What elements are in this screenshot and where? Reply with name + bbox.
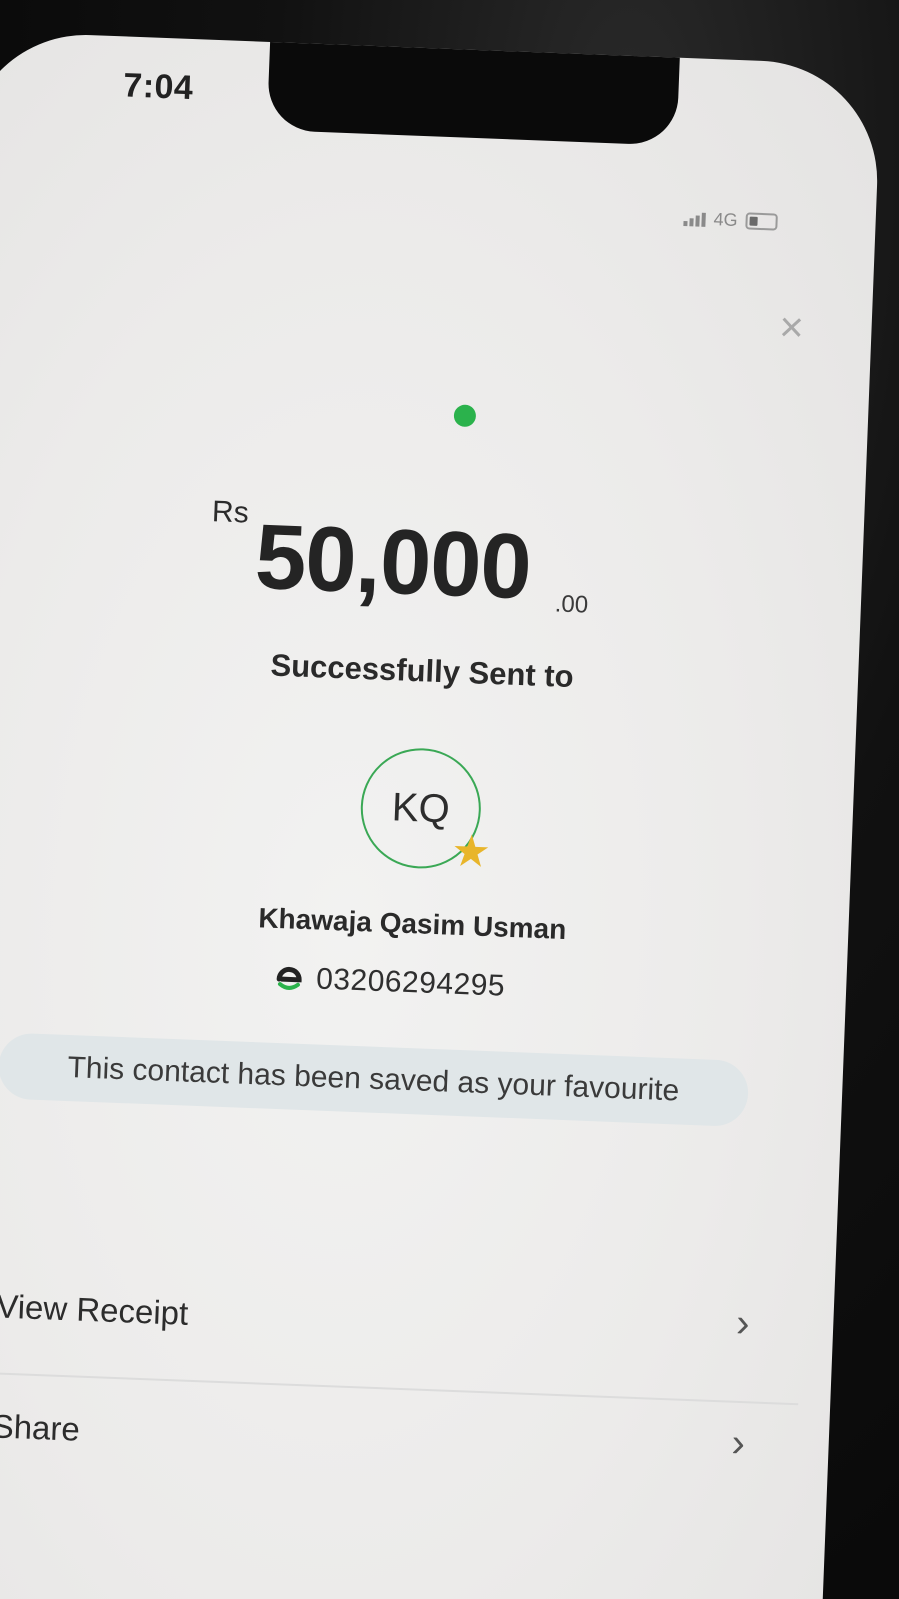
currency-label: Rs [211,495,250,530]
status-time: 7:04 [122,66,195,108]
recipient-phone-row: 03206294295 [274,961,506,1004]
status-indicators: 4G [683,208,778,233]
recipient-avatar: KQ ★ [358,746,492,877]
chevron-right-icon: › [735,1300,751,1346]
share-button[interactable]: ɔɔ Share › [0,1375,798,1519]
phone-frame: 7:04 4G × Rs 50,000 .00 Successfully Sen… [0,0,899,1599]
view-receipt-label: View Receipt [0,1287,189,1332]
avatar-initials: KQ [391,784,451,831]
phone-notch [266,32,681,146]
share-label: Share [0,1407,81,1448]
success-indicator-dot [453,404,477,428]
favourite-banner: This contact has been saved as your favo… [0,1032,750,1128]
wallet-icon [274,963,305,994]
recipient-phone: 03206294295 [315,962,506,1003]
close-icon[interactable]: × [771,303,813,351]
amount-display: Rs 50,000 .00 [208,495,673,643]
signal-icon [683,212,706,227]
recipient-name: Khawaja Qasim Usman [257,902,567,946]
battery-icon [745,212,778,231]
amount-value: 50,000 [253,505,533,619]
amount-decimal: .00 [554,590,589,619]
transaction-status-text: Successfully Sent to [269,647,575,695]
network-label: 4G [713,209,739,231]
chevron-right-icon: › [730,1420,746,1466]
star-icon: ★ [450,826,492,878]
app-screen: 7:04 4G × Rs 50,000 .00 Successfully Sen… [0,30,882,1599]
